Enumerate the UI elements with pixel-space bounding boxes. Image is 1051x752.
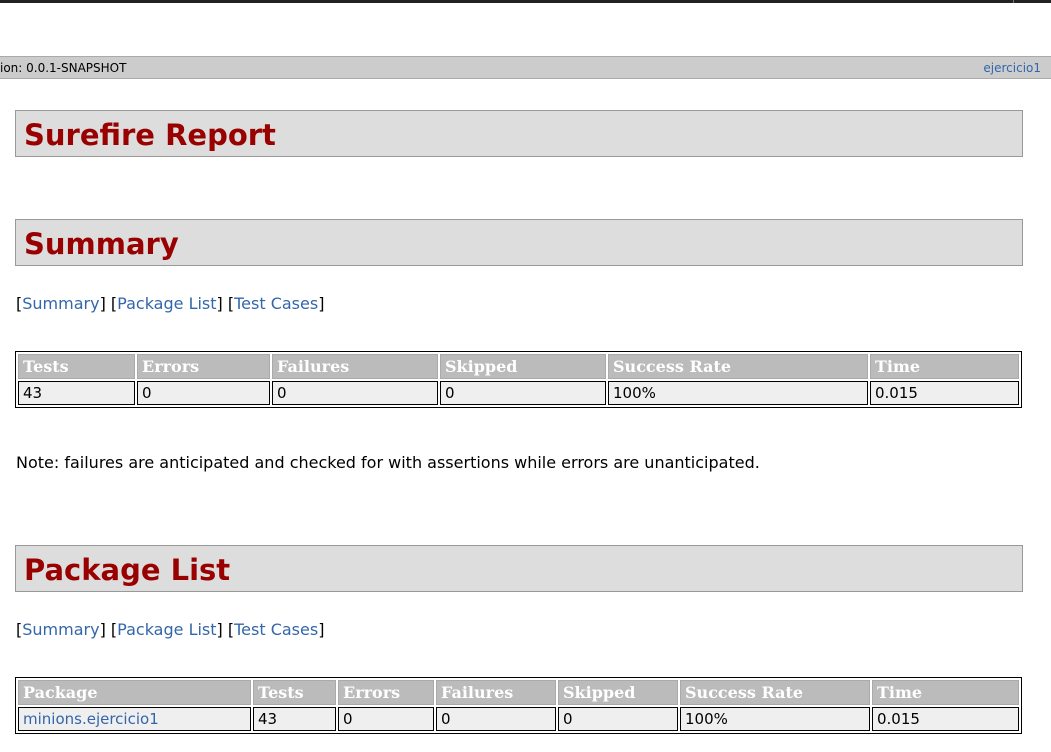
table-row: 43 0 0 0 100% 0.015	[18, 381, 1019, 405]
col-header-failures: Failures	[272, 354, 438, 379]
summary-table: Tests Errors Failures Skipped Success Ra…	[15, 351, 1022, 408]
summary-title: Summary	[24, 227, 179, 261]
cell-tests: 43	[18, 381, 135, 405]
package-list-header: Package List	[15, 545, 1023, 592]
col-header-errors: Errors	[338, 680, 434, 705]
nav-link-test-cases[interactable]: Test Cases	[234, 620, 318, 639]
col-header-errors: Errors	[137, 354, 270, 379]
page-title: Surefire Report	[24, 118, 276, 152]
window-top-border	[0, 0, 1051, 3]
col-header-package: Package	[18, 680, 251, 705]
nav-link-package-list[interactable]: Package List	[117, 294, 216, 313]
project-link[interactable]: ejercicio1	[983, 61, 1041, 75]
cell-errors: 0	[338, 707, 434, 731]
project-version: ion: 0.0.1-SNAPSHOT	[0, 61, 127, 75]
cell-package: minions.ejercicio1	[18, 707, 251, 731]
cell-success-rate: 100%	[680, 707, 870, 731]
cell-failures: 0	[436, 707, 556, 731]
cell-time: 0.015	[872, 707, 1019, 731]
col-header-tests: Tests	[253, 680, 336, 705]
package-table-header-row: Package Tests Errors Failures Skipped Su…	[18, 680, 1019, 705]
nav-link-summary[interactable]: Summary	[22, 620, 99, 639]
col-header-success-rate: Success Rate	[680, 680, 870, 705]
table-row: minions.ejercicio1 43 0 0 0 100% 0.015	[18, 707, 1019, 731]
summary-note: Note: failures are anticipated and check…	[16, 453, 760, 472]
package-link[interactable]: minions.ejercicio1	[23, 710, 159, 728]
cell-failures: 0	[272, 381, 438, 405]
col-header-tests: Tests	[18, 354, 135, 379]
package-table: Package Tests Errors Failures Skipped Su…	[15, 677, 1022, 734]
window-top-tab	[1013, 0, 1051, 3]
version-bar: ion: 0.0.1-SNAPSHOT ejercicio1	[0, 56, 1051, 79]
summary-header: Summary	[15, 219, 1023, 266]
col-header-failures: Failures	[436, 680, 556, 705]
nav-link-test-cases[interactable]: Test Cases	[234, 294, 318, 313]
cell-time: 0.015	[870, 381, 1019, 405]
col-header-skipped: Skipped	[558, 680, 678, 705]
package-list-title: Package List	[24, 553, 231, 587]
cell-skipped: 0	[440, 381, 606, 405]
cell-skipped: 0	[558, 707, 678, 731]
col-header-skipped: Skipped	[440, 354, 606, 379]
cell-success-rate: 100%	[608, 381, 868, 405]
summary-table-header-row: Tests Errors Failures Skipped Success Ra…	[18, 354, 1019, 379]
col-header-success-rate: Success Rate	[608, 354, 868, 379]
summary-nav: [Summary] [Package List] [Test Cases]	[16, 294, 325, 313]
nav-link-summary[interactable]: Summary	[22, 294, 99, 313]
cell-tests: 43	[253, 707, 336, 731]
col-header-time: Time	[872, 680, 1019, 705]
cell-errors: 0	[137, 381, 270, 405]
col-header-time: Time	[870, 354, 1019, 379]
nav-link-package-list[interactable]: Package List	[117, 620, 216, 639]
package-list-nav: [Summary] [Package List] [Test Cases]	[16, 620, 325, 639]
surefire-report-header: Surefire Report	[15, 110, 1023, 157]
